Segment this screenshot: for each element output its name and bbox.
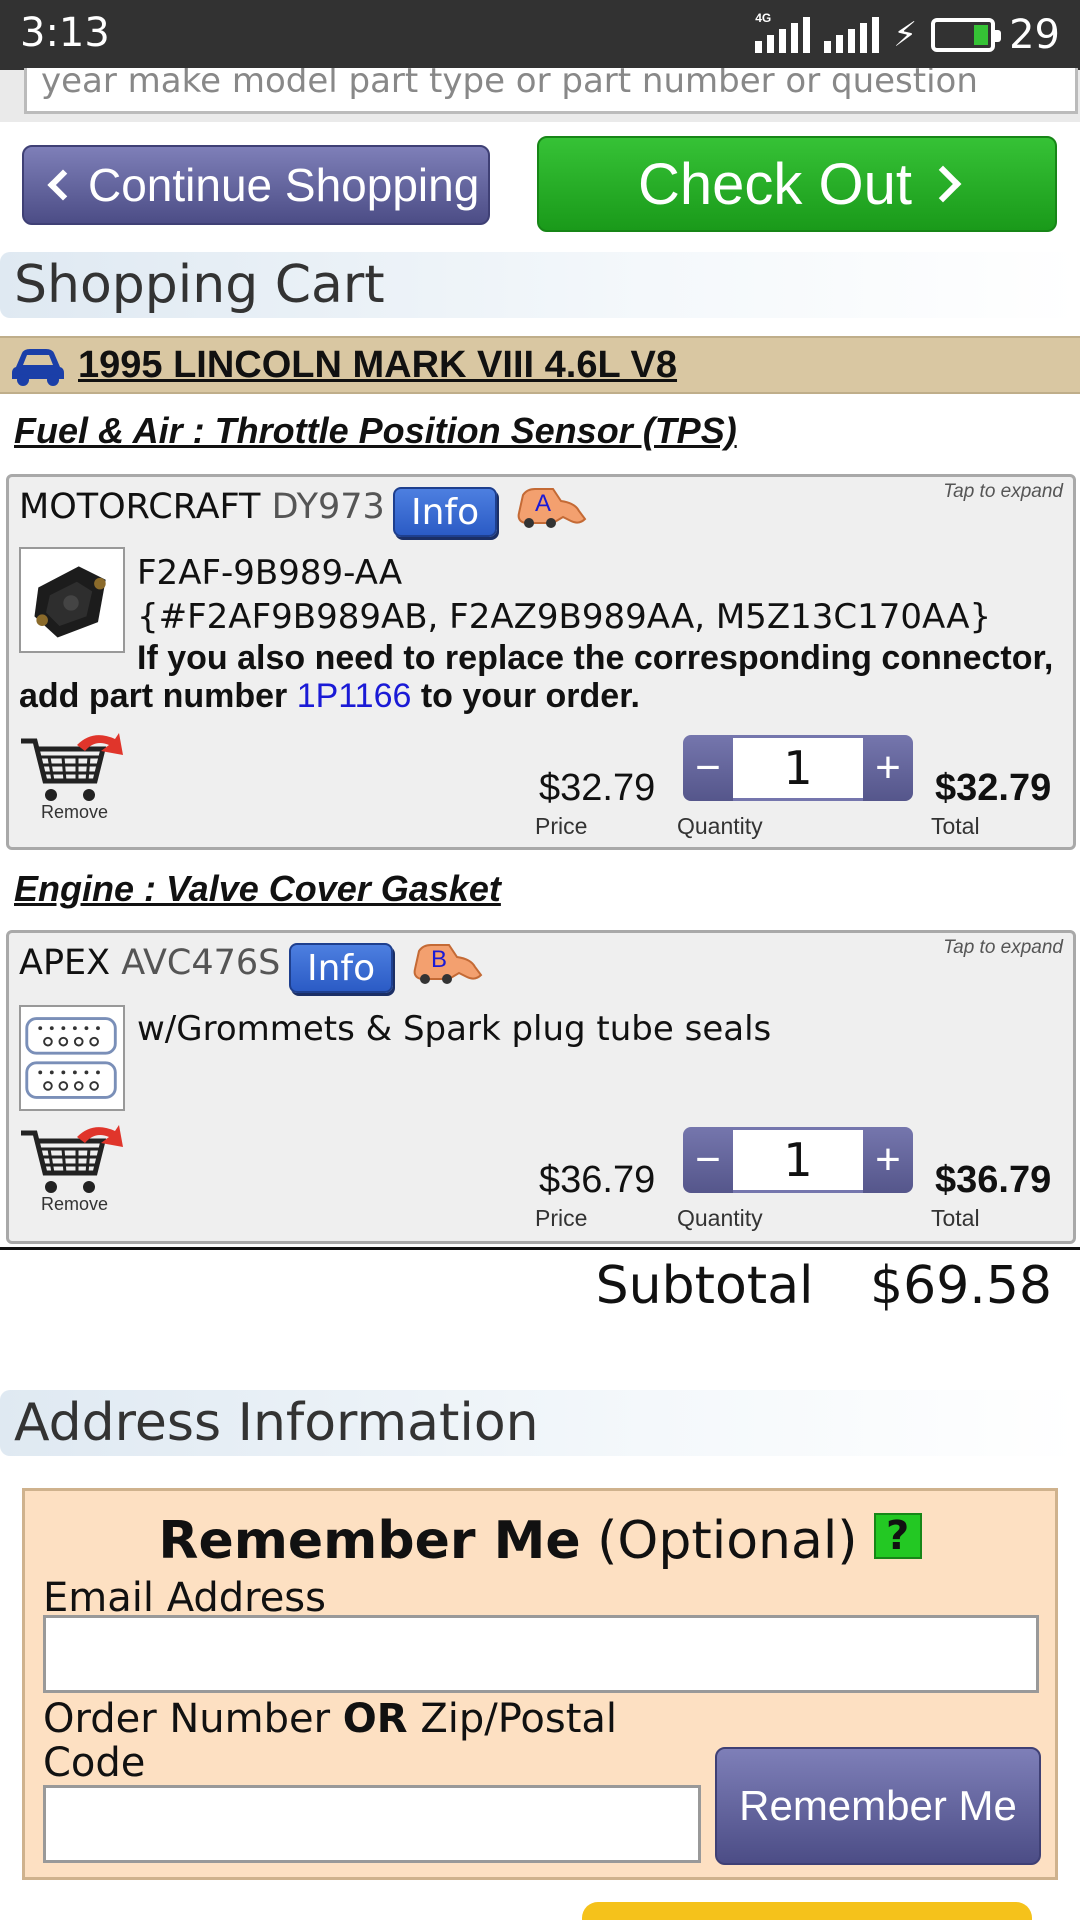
quantity-stepper[interactable]: − 1 + (683, 1127, 913, 1193)
quantity-decrease-button[interactable]: − (683, 1127, 733, 1193)
subtotal-value: $69.58 (870, 1256, 1052, 1316)
tap-to-expand-hint: Tap to expand (943, 481, 1063, 502)
quantity-label: Quantity (677, 813, 763, 839)
remove-button[interactable]: Remove (19, 729, 129, 822)
order-or-zip-field[interactable] (43, 1785, 701, 1863)
search-input[interactable]: year make model part type or part number… (24, 68, 1078, 114)
help-icon[interactable]: ? (873, 1513, 922, 1559)
subtotal: Subtotal $69.58 (596, 1256, 1052, 1316)
total-label: Total (931, 813, 980, 839)
chevron-left-icon (47, 169, 79, 201)
car-icon (12, 349, 64, 386)
shopping-cart-heading: Shopping Cart (0, 252, 1080, 318)
sensor-image (34, 566, 106, 638)
price-label: Price (535, 1205, 588, 1231)
next-step-button[interactable] (582, 1902, 1032, 1920)
subtotal-divider (0, 1247, 1080, 1250)
svg-text:A: A (535, 490, 551, 517)
status-bar: 3:13 4G ⚡ 29 (0, 0, 1080, 70)
info-button[interactable]: Info (289, 943, 394, 993)
gasket-image (25, 1017, 117, 1099)
quantity-increase-button[interactable]: + (863, 735, 913, 801)
cellular-signal-icon (824, 17, 880, 53)
item-price: $36.79 (539, 1159, 656, 1201)
item-description: F2AF-9B989-AA {#F2AF9B989AB, F2AZ9B989AA… (137, 553, 992, 637)
connector-note: If you also need to replace the correspo… (19, 639, 1054, 715)
quantity-stepper[interactable]: − 1 + (683, 735, 913, 801)
item-category-title[interactable]: Fuel & Air : Throttle Position Sensor (T… (14, 410, 737, 452)
cellular-4g-icon: 4G (755, 11, 811, 53)
charging-bolt-icon: ⚡ (893, 16, 918, 54)
total-label: Total (931, 1205, 980, 1231)
email-field[interactable] (43, 1615, 1039, 1693)
search-bar: year make model part type or part number… (0, 68, 1080, 122)
cart-item[interactable]: Tap to expand APEX AVC476S Info B w/Grom… (6, 930, 1076, 1244)
price-label: Price (535, 813, 588, 839)
item-price: $32.79 (539, 767, 656, 809)
product-thumbnail[interactable] (19, 1005, 125, 1111)
chevron-right-icon (924, 165, 962, 203)
status-time: 3:13 (20, 10, 110, 56)
quantity-input[interactable]: 1 (733, 735, 863, 801)
order-or-zip-label: Order Number OR Zip/Postal Code (43, 1696, 618, 1786)
shipping-truck-a-icon: A (517, 488, 587, 528)
remember-me-title: Remember Me (Optional)? (25, 1511, 1055, 1571)
info-button[interactable]: Info (393, 487, 498, 537)
item-total: $36.79 (935, 1159, 1052, 1201)
item-category-title[interactable]: Engine : Valve Cover Gasket (14, 868, 501, 910)
quantity-input[interactable]: 1 (733, 1127, 863, 1193)
status-icons: 4G ⚡ 29 (755, 10, 1060, 60)
vehicle-name: 1995 LINCOLN MARK VIII 4.6L V8 (78, 343, 678, 386)
remember-me-button[interactable]: Remember Me (715, 1747, 1041, 1865)
subtotal-label: Subtotal (595, 1256, 814, 1316)
shipping-truck-b-icon: B (413, 944, 483, 984)
connector-part-link[interactable]: 1P1166 (297, 677, 412, 715)
item-description: w/Grommets & Spark plug tube seals (137, 1009, 772, 1049)
item-total: $32.79 (935, 767, 1052, 809)
address-information-heading: Address Information (0, 1390, 1080, 1456)
product-thumbnail[interactable] (19, 547, 125, 653)
remember-me-panel: Remember Me (Optional)? Email Address Or… (22, 1488, 1058, 1880)
continue-shopping-button[interactable]: Continue Shopping (22, 145, 490, 225)
quantity-decrease-button[interactable]: − (683, 735, 733, 801)
checkout-button[interactable]: Check Out (537, 136, 1057, 232)
cart-item[interactable]: Tap to expand MOTORCRAFT DY973 Info A F2… (6, 474, 1076, 850)
vehicle-bar[interactable]: 1995 LINCOLN MARK VIII 4.6L V8 (0, 336, 1080, 394)
svg-text:B: B (431, 946, 447, 973)
remove-button[interactable]: Remove (19, 1121, 129, 1214)
battery-icon (931, 18, 1002, 52)
item-brand: MOTORCRAFT DY973 (19, 487, 385, 527)
tap-to-expand-hint: Tap to expand (943, 937, 1063, 958)
quantity-increase-button[interactable]: + (863, 1127, 913, 1193)
battery-level: 29 (1009, 12, 1060, 58)
item-brand: APEX AVC476S (19, 943, 281, 983)
quantity-label: Quantity (677, 1205, 763, 1231)
